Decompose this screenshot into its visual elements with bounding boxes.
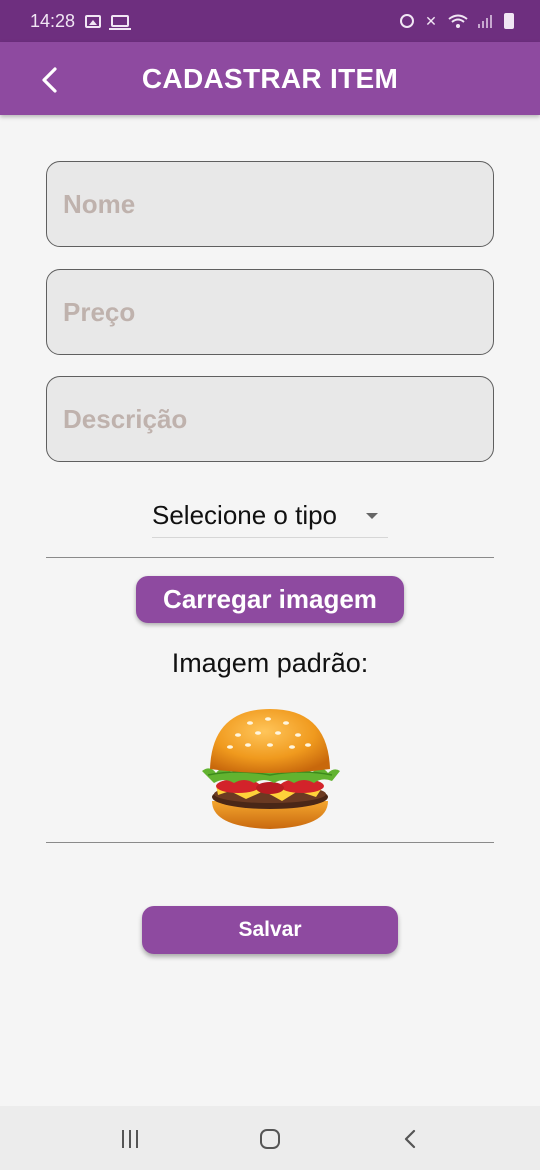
price-input[interactable] xyxy=(63,296,477,328)
recents-button[interactable] xyxy=(110,1124,150,1154)
laptop-icon xyxy=(109,15,132,30)
status-left: 14:28 xyxy=(30,10,132,32)
recents-icon xyxy=(122,1130,138,1148)
divider xyxy=(46,557,494,558)
divider xyxy=(46,842,494,843)
dropdown-arrow-icon xyxy=(366,512,378,519)
status-bar: 14:28 ✕ xyxy=(0,0,540,42)
type-select-label: Selecione o tipo xyxy=(152,500,338,530)
home-icon xyxy=(260,1129,280,1149)
back-icon xyxy=(404,1129,416,1149)
home-button[interactable] xyxy=(250,1124,290,1154)
description-field[interactable] xyxy=(46,376,494,462)
mute-icon: ✕ xyxy=(425,13,437,29)
status-time: 14:28 xyxy=(30,10,76,31)
save-button[interactable]: Salvar xyxy=(142,906,398,954)
battery-icon xyxy=(504,13,514,29)
back-button[interactable] xyxy=(30,60,70,100)
wifi-icon xyxy=(448,14,468,28)
back-arrow-icon xyxy=(42,67,57,93)
page-title: CADASTRAR ITEM xyxy=(141,63,399,94)
name-input[interactable] xyxy=(63,188,477,220)
price-field[interactable] xyxy=(46,269,494,355)
navigation-bar xyxy=(0,1106,540,1170)
photo-icon xyxy=(85,14,102,28)
type-select[interactable]: Selecione o tipo xyxy=(152,494,388,538)
default-image-label: Imagem padrão: xyxy=(171,648,369,678)
name-field[interactable] xyxy=(46,161,494,247)
burger-image xyxy=(202,709,340,829)
alarm-icon xyxy=(400,14,414,28)
signal-icon xyxy=(478,14,494,28)
load-image-button[interactable]: Carregar imagem xyxy=(136,576,404,623)
status-right: ✕ xyxy=(400,13,514,29)
app-bar: CADASTRAR ITEM xyxy=(0,42,540,115)
description-input[interactable] xyxy=(63,403,477,435)
system-back-button[interactable] xyxy=(390,1124,430,1154)
